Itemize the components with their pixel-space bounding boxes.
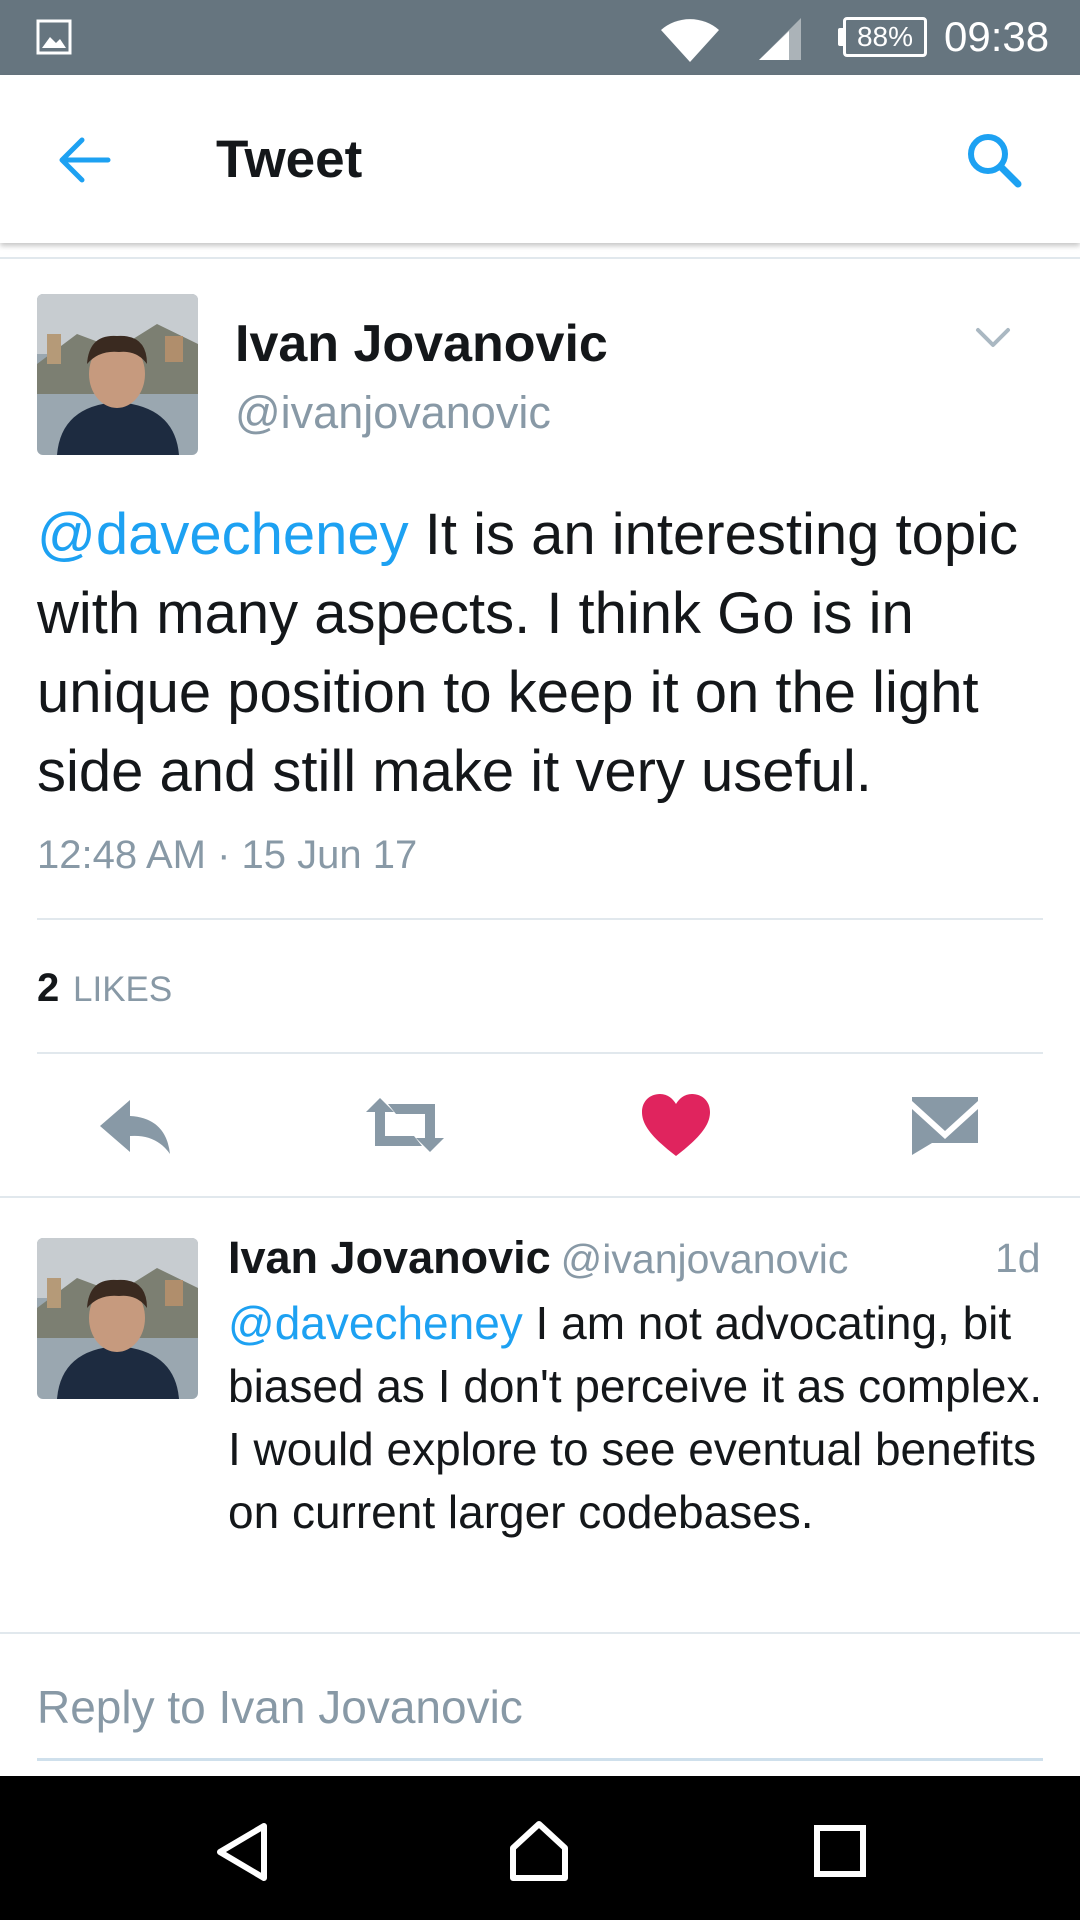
reply-author-handle[interactable]: @ivanjovanovic: [561, 1236, 849, 1282]
page-title: Tweet: [216, 130, 363, 189]
divider: [0, 1196, 1080, 1198]
search-icon[interactable]: [962, 128, 1026, 192]
direct-message-icon[interactable]: [910, 1095, 980, 1157]
reply-text: @davecheney I am not advocating, bit bia…: [228, 1292, 1058, 1544]
battery-level: 88%: [856, 21, 914, 52]
reply-author-name[interactable]: Ivan Jovanovic: [228, 1232, 551, 1283]
tweet-timestamp: 12:48 AM · 15 Jun 17: [37, 833, 418, 877]
nav-back-icon[interactable]: [212, 1820, 272, 1884]
divider: [37, 1052, 1043, 1054]
chevron-down-icon[interactable]: [972, 322, 1014, 352]
tweet-author-name[interactable]: Ivan Jovanovic: [235, 313, 608, 375]
nav-recents-icon[interactable]: [814, 1825, 866, 1877]
divider: [0, 1632, 1080, 1634]
mention-link[interactable]: @davecheney: [37, 502, 409, 567]
tweet-text: @davecheney It is an interesting topic w…: [37, 495, 1047, 811]
reply-age: 1d: [995, 1235, 1041, 1281]
signal-icon: [759, 18, 801, 60]
nav-home-icon[interactable]: [507, 1818, 571, 1882]
reply-input[interactable]: Reply to Ivan Jovanovic: [37, 1679, 523, 1735]
retweet-icon[interactable]: [362, 1092, 448, 1158]
reply-header: Ivan Jovanovic @ivanjovanovic: [228, 1229, 1043, 1287]
like-icon[interactable]: [640, 1092, 712, 1158]
toolbar: [0, 75, 1080, 243]
likes-label[interactable]: LIKES: [73, 967, 172, 1013]
toolbar-divider: [0, 257, 1080, 259]
back-arrow-icon[interactable]: [52, 128, 116, 192]
reply-input-underline: [37, 1758, 1043, 1761]
avatar[interactable]: [37, 1238, 198, 1399]
avatar[interactable]: [37, 294, 198, 455]
wifi-icon: [661, 19, 719, 62]
mention-link[interactable]: @davecheney: [228, 1297, 523, 1349]
divider: [37, 918, 1043, 920]
tweet-author-handle[interactable]: @ivanjovanovic: [235, 385, 551, 441]
likes-count[interactable]: 2: [37, 963, 59, 1013]
clock: 09:38: [944, 13, 1050, 60]
reply-icon[interactable]: [96, 1092, 176, 1162]
gallery-icon: [36, 19, 72, 55]
